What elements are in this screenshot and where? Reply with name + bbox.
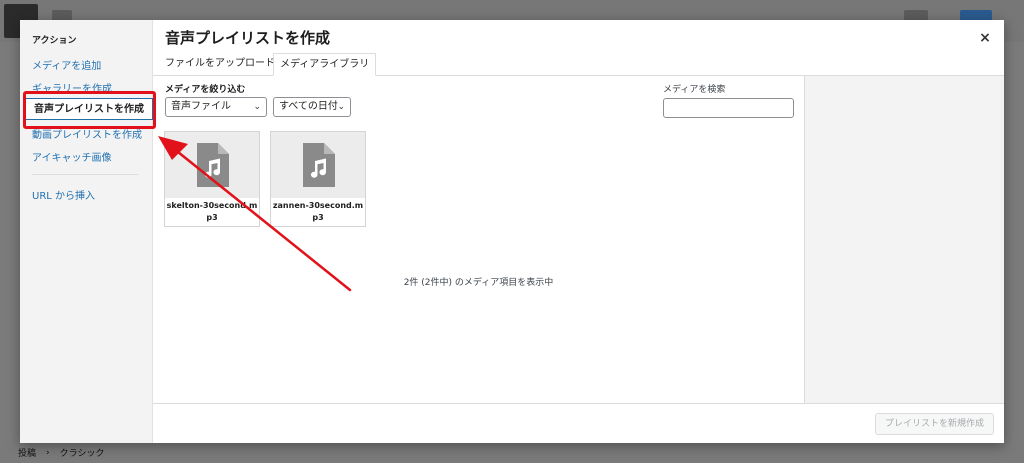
breadcrumb-item[interactable]: 投稿 bbox=[18, 446, 36, 459]
date-select[interactable]: すべての日付 ⌄ bbox=[273, 97, 351, 117]
menu-item-featured-image[interactable]: アイキャッチ画像 bbox=[32, 149, 112, 164]
search-label: メディアを検索 bbox=[663, 85, 726, 95]
media-modal: アクション メディアを追加 ギャラリーを作成 音声プレイリストを作成 動画プレイ… bbox=[20, 20, 1004, 443]
attachment-filename: zannen-30second.mp3 bbox=[271, 198, 365, 226]
audio-file-icon bbox=[197, 143, 229, 187]
media-menu: アクション メディアを追加 ギャラリーを作成 音声プレイリストを作成 動画プレイ… bbox=[20, 20, 153, 443]
attachment-thumbnail bbox=[165, 132, 259, 198]
create-playlist-button[interactable]: プレイリストを新規作成 bbox=[874, 413, 994, 435]
media-type-select[interactable]: 音声ファイル ⌄ bbox=[165, 97, 267, 117]
attachment-filename: skelton-30second.mp3 bbox=[165, 198, 259, 226]
breadcrumb-separator: › bbox=[46, 447, 50, 458]
modal-bottom-toolbar: プレイリストを新規作成 bbox=[153, 403, 1004, 443]
filter-label: メディアを絞り込む bbox=[165, 85, 246, 95]
attachment-item[interactable]: zannen-30second.mp3 bbox=[270, 131, 366, 227]
breadcrumb-item[interactable]: クラシック bbox=[60, 446, 105, 459]
close-button[interactable]: × bbox=[975, 28, 995, 48]
attachments-browser: メディアを絞り込む 音声ファイル ⌄ すべての日付 ⌄ メディアを検索 skel… bbox=[153, 76, 804, 403]
search-input[interactable] bbox=[663, 98, 794, 118]
menu-item-create-audio-playlist[interactable]: 音声プレイリストを作成 bbox=[25, 98, 153, 120]
menu-separator bbox=[32, 174, 138, 175]
chevron-down-icon: ⌄ bbox=[253, 102, 261, 112]
modal-title: 音声プレイリストを作成 bbox=[165, 29, 331, 47]
attachment-details-sidebar bbox=[804, 76, 1004, 403]
media-type-select-value: 音声ファイル bbox=[171, 101, 231, 112]
router-tabs: ファイルをアップロード メディアライブラリ bbox=[153, 53, 1004, 76]
menu-item-insert-from-url[interactable]: URL から挿入 bbox=[32, 187, 95, 202]
tab-media-library[interactable]: メディアライブラリ bbox=[273, 53, 377, 76]
menu-heading: アクション bbox=[32, 36, 77, 46]
tab-upload-files[interactable]: ファイルをアップロード bbox=[159, 53, 281, 76]
attachment-item[interactable]: skelton-30second.mp3 bbox=[164, 131, 260, 227]
chevron-down-icon: ⌄ bbox=[337, 102, 345, 112]
menu-item-create-video-playlist[interactable]: 動画プレイリストを作成 bbox=[32, 126, 142, 141]
menu-item-create-gallery[interactable]: ギャラリーを作成 bbox=[32, 80, 112, 95]
editor-breadcrumb: 投稿 › クラシック bbox=[0, 442, 1024, 463]
media-count-status: 2件 (2件中) のメディア項目を表示中 bbox=[403, 278, 554, 288]
audio-file-icon bbox=[303, 143, 335, 187]
attachment-thumbnail bbox=[271, 132, 365, 198]
date-select-value: すべての日付 bbox=[279, 101, 338, 112]
menu-item-add-media[interactable]: メディアを追加 bbox=[32, 57, 101, 72]
